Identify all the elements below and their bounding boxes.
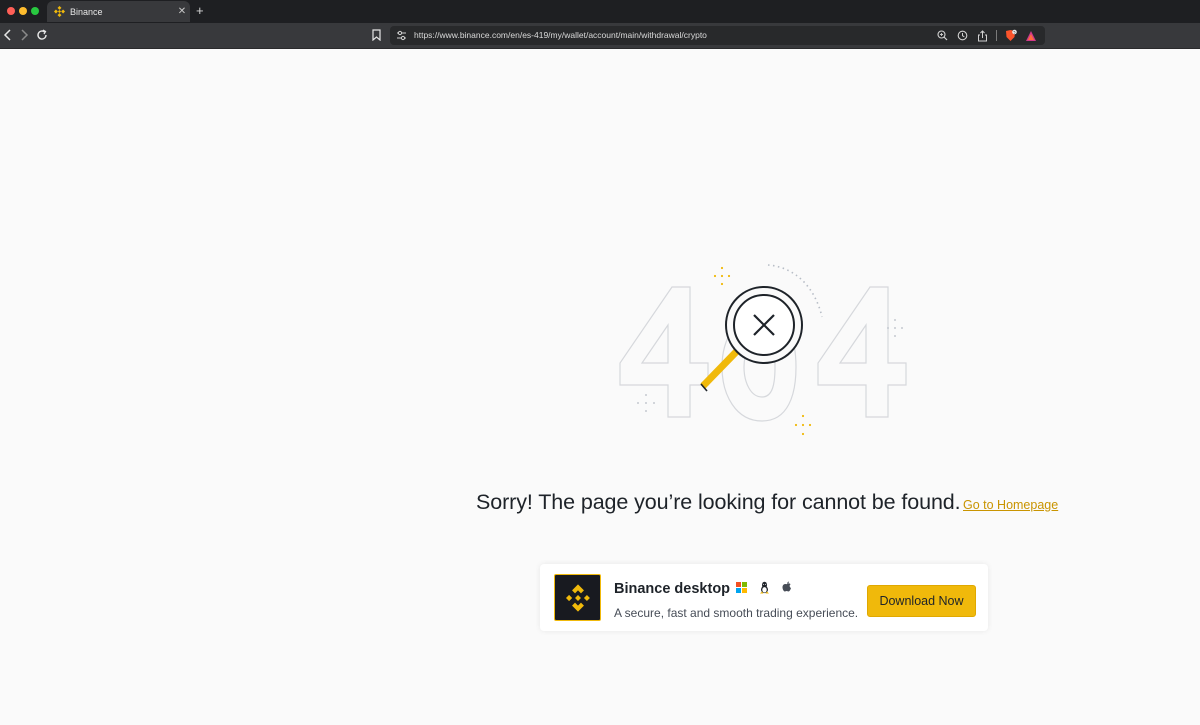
window-close-button[interactable]: [7, 7, 15, 15]
window-minimize-button[interactable]: [19, 7, 27, 15]
reload-icon: [37, 29, 47, 40]
bookmark-button[interactable]: [369, 28, 383, 42]
error-message: Sorry! The page you’re looking for canno…: [476, 490, 961, 514]
404-magnifier-illustration: [619, 264, 907, 436]
chevron-left-icon: [3, 29, 11, 41]
apple-icon: [781, 581, 793, 593]
back-button[interactable]: [0, 27, 16, 43]
address-bar[interactable]: https://www.binance.com/en/es-419/my/wal…: [390, 26, 1045, 45]
svg-text:5: 5: [1013, 30, 1015, 34]
history-icon[interactable]: [956, 29, 969, 42]
bookmark-icon: [371, 29, 381, 41]
toolbar-separator: [996, 30, 997, 41]
browser-tab-binance[interactable]: Binance ✕: [47, 1, 190, 22]
browser-tab-bar: Binance ✕ +: [0, 0, 1200, 23]
reload-button[interactable]: [34, 27, 50, 43]
binance-favicon-icon: [54, 6, 65, 17]
linux-icon: [758, 581, 770, 593]
platform-icons: [735, 581, 793, 593]
zoom-icon[interactable]: [936, 29, 949, 42]
new-tab-button[interactable]: +: [196, 3, 204, 19]
share-icon[interactable]: [976, 29, 989, 42]
window-zoom-button[interactable]: [31, 7, 39, 15]
binance-desktop-download-card: Binance desktop A secure, fast and smoot…: [540, 564, 988, 631]
download-now-button[interactable]: Download Now: [867, 585, 976, 617]
brave-shields-icon[interactable]: 5: [1004, 29, 1017, 42]
card-subtitle: A secure, fast and smooth trading experi…: [614, 606, 859, 620]
brave-rewards-icon[interactable]: [1024, 29, 1037, 42]
site-settings-icon[interactable]: [395, 29, 408, 42]
forward-button[interactable]: [16, 27, 32, 43]
windows-icon: [735, 581, 747, 593]
url-text[interactable]: https://www.binance.com/en/es-419/my/wal…: [414, 29, 707, 42]
error-404-illustration: [610, 255, 920, 455]
tab-close-icon[interactable]: ✕: [174, 6, 190, 17]
chevron-right-icon: [21, 29, 29, 41]
tab-title: Binance: [70, 6, 103, 17]
browser-toolbar: https://www.binance.com/en/es-419/my/wal…: [0, 23, 1200, 49]
go-to-homepage-link[interactable]: Go to Homepage: [963, 498, 1058, 512]
card-title: Binance desktop: [614, 581, 731, 597]
binance-logo-icon: [554, 574, 601, 621]
